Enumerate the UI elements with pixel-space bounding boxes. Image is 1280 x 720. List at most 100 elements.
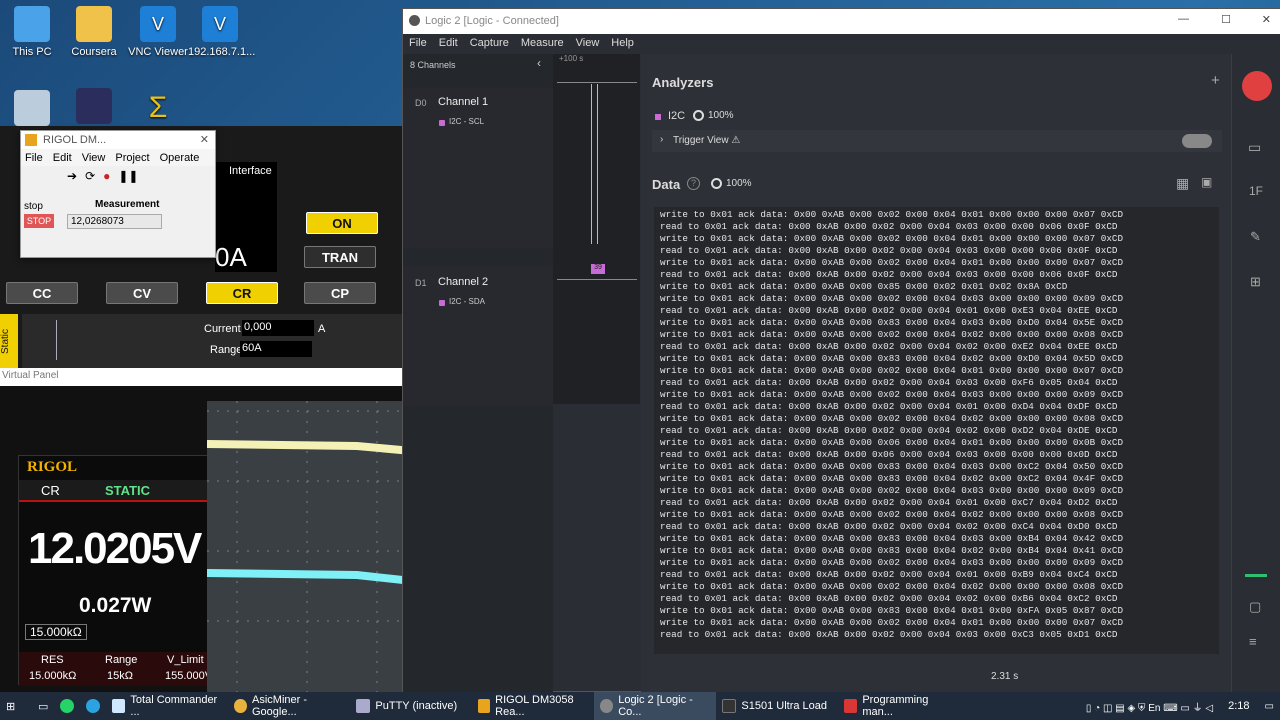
logic2-titlebar[interactable]: Logic 2 [Logic - Connected] — ☐ ✕ [403, 9, 1280, 34]
close-icon[interactable]: ✕ [1262, 13, 1271, 26]
desktop-icon-recycle-bin[interactable] [0, 90, 64, 130]
terminal-view-icon[interactable]: ▣ [1201, 175, 1212, 189]
data-line: write to 0x01 ack data: 0x00 0xAB 0x00 0… [660, 581, 1124, 592]
menu-help[interactable]: Help [611, 37, 634, 51]
data-line: read to 0x01 ack data: 0x00 0xAB 0x00 0x… [660, 521, 1118, 532]
analyzer-progress: 100% [708, 110, 734, 121]
logic2-window: Logic 2 [Logic - Connected] — ☐ ✕ File E… [402, 8, 1280, 693]
waveform-view[interactable]: +100 s 39 [553, 54, 640, 404]
static-tab[interactable]: Static [0, 314, 18, 368]
menu-project[interactable]: Project [115, 152, 149, 164]
vnc-icon: V [140, 6, 176, 42]
logic-app-icon [600, 699, 614, 713]
taskbar-item-rigol[interactable]: RIGOL DM3058 Rea... [472, 692, 594, 720]
channel-row-d0[interactable]: D0 Channel 1 I2C - SCL [403, 88, 553, 248]
pdf-icon [844, 699, 858, 713]
param-value-res: 15.000kΩ [29, 670, 77, 682]
telegram-pin[interactable] [80, 692, 106, 720]
current-input[interactable]: 0,000 [242, 320, 314, 336]
trigger-view-row[interactable]: › Trigger View ⚠ [652, 130, 1222, 152]
decoded-byte-marker[interactable]: 39 [591, 264, 605, 274]
scl-edge [591, 84, 592, 244]
tran-button[interactable]: TRAN [304, 246, 376, 268]
menu-file[interactable]: File [25, 152, 43, 164]
system-tray[interactable]: ▯ ◔ ◫ ▤ ◈ ⛨ En ⌨ ▭ ⏚ ◁ 2:18 ▭ [1080, 692, 1280, 720]
add-analyzer-icon[interactable]: + [1211, 72, 1220, 89]
menu-edit[interactable]: Edit [53, 152, 72, 164]
table-view-icon[interactable]: ▦ [1176, 175, 1189, 192]
interface-label: Interface [229, 165, 272, 177]
start-button[interactable]: ⊞ [0, 692, 32, 720]
menu-view[interactable]: View [576, 37, 600, 51]
channels-count: 8 Channels [410, 60, 456, 70]
desktop-icon-this-pc[interactable]: This PC [0, 6, 64, 58]
analyzer-name[interactable]: I2C [668, 110, 685, 122]
device-icon[interactable]: ▭ [1248, 139, 1261, 156]
whatsapp-pin[interactable] [54, 692, 80, 720]
taskbar-item-ultra-load[interactable]: S1501 Ultra Load [716, 692, 838, 720]
scl-trace [557, 82, 637, 83]
taskbar-item-programming-manual[interactable]: Programming man... [838, 692, 960, 720]
mode-cv-button[interactable]: CV [106, 282, 178, 304]
data-title: Data [652, 177, 681, 192]
decoded-data-terminal[interactable]: write to 0x01 ack data: 0x00 0xAB 0x00 0… [654, 207, 1219, 654]
data-line: write to 0x01 ack data: 0x00 0xAB 0x00 0… [660, 509, 1124, 520]
whatsapp-icon [60, 699, 75, 713]
channel-name: Channel 2 [438, 276, 489, 288]
vnc-icon: V [202, 6, 238, 42]
window-title: Logic 2 [Logic - Connected] [425, 15, 559, 27]
putty-icon [356, 699, 371, 713]
scl-edge [597, 84, 598, 244]
taskbar-item-logic2[interactable]: Logic 2 [Logic - Co... [594, 692, 717, 720]
desktop-icon-sigma[interactable]: Σ [126, 90, 190, 130]
help-icon[interactable]: ? [687, 177, 700, 190]
collapse-chevron-icon[interactable]: ‹ [537, 56, 541, 70]
menu-operate[interactable]: Operate [160, 152, 200, 164]
progress-ring-icon [693, 110, 704, 121]
analyzer-icon[interactable]: 1F [1249, 184, 1263, 198]
on-button[interactable]: ON [306, 212, 378, 234]
mode-cp-button[interactable]: CP [304, 282, 376, 304]
menu-measure[interactable]: Measure [521, 37, 564, 51]
taskbar-item-chrome[interactable]: AsicMiner - Google... [228, 692, 350, 720]
mode-cr-button[interactable]: CR [206, 282, 278, 304]
progress-ring-icon [711, 178, 722, 189]
menu-view[interactable]: View [82, 152, 106, 164]
run-continuous-icon[interactable]: ⟳ [85, 169, 95, 183]
menu-capture[interactable]: Capture [470, 37, 509, 51]
desktop-icon-image[interactable] [62, 88, 126, 128]
trigger-view-label: Trigger View ⚠ [673, 135, 741, 146]
trigger-toggle[interactable] [1182, 134, 1212, 148]
data-line: write to 0x01 ack data: 0x00 0xAB 0x00 0… [660, 317, 1124, 328]
minimize-icon[interactable]: — [1178, 13, 1189, 25]
pause-icon[interactable]: ❚❚ [118, 169, 138, 183]
range-select[interactable]: 60A [240, 341, 312, 357]
maximize-icon[interactable]: ☐ [1221, 13, 1231, 26]
abort-icon[interactable]: ● [103, 169, 110, 183]
feedback-icon[interactable]: ▢ [1249, 599, 1261, 615]
rigol-window-titlebar[interactable]: RIGOL DM... ✕ [21, 131, 215, 149]
measure-icon[interactable]: ✎ [1250, 229, 1261, 245]
notifications-icon[interactable]: ▭ [1265, 701, 1274, 712]
channel-row-d1[interactable]: D1 Channel 2 I2C - SDA [403, 266, 553, 406]
data-line: write to 0x01 ack data: 0x00 0xAB 0x00 0… [660, 329, 1124, 340]
taskbar-item-putty[interactable]: PuTTY (inactive) [350, 692, 472, 720]
menu-edit[interactable]: Edit [439, 37, 458, 51]
close-icon[interactable]: ✕ [200, 133, 209, 146]
mode-cc-button[interactable]: CC [6, 282, 78, 304]
taskbar-item-total-commander[interactable]: Total Commander ... [106, 692, 228, 720]
desktop-icon-vnc-viewer[interactable]: V VNC Viewer [126, 6, 190, 58]
dmm-mode: CR [41, 483, 60, 498]
record-stop-button[interactable] [1242, 71, 1272, 101]
desktop-icon-coursera[interactable]: Coursera [62, 6, 126, 58]
data-line: write to 0x01 ack data: 0x00 0xAB 0x00 0… [660, 257, 1124, 268]
task-view-button[interactable]: ▭ [32, 692, 54, 720]
data-line: write to 0x01 ack data: 0x00 0xAB 0x00 0… [660, 485, 1124, 496]
extensions-icon[interactable]: ⊞ [1250, 274, 1261, 290]
stop-button[interactable]: STOP [24, 214, 54, 228]
data-line: read to 0x01 ack data: 0x00 0xAB 0x00 0x… [660, 269, 1118, 280]
menu-file[interactable]: File [409, 37, 427, 51]
desktop-icon-vnc-host[interactable]: V 192.168.7.1... [188, 6, 255, 58]
run-arrow-icon[interactable]: ➔ [67, 169, 77, 183]
menu-icon[interactable]: ≡ [1249, 634, 1257, 649]
